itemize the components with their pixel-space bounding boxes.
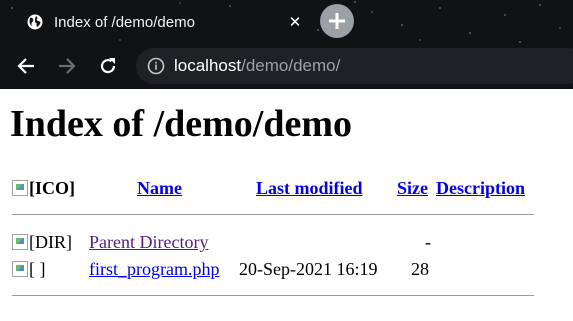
page-title: Index of /demo/demo bbox=[10, 103, 352, 145]
row-icon-cell: [DIR] bbox=[12, 232, 72, 253]
broken-image-icon bbox=[12, 261, 28, 277]
row-icon-alt: [ ] bbox=[29, 259, 46, 279]
footer-divider bbox=[12, 295, 534, 296]
sort-by-last-modified-link[interactable]: Last modified bbox=[256, 178, 363, 199]
browser-chrome: Index of /demo/demo ✕ localhost /demo/de… bbox=[0, 0, 573, 89]
url-host: localhost bbox=[174, 56, 242, 75]
row-icon-cell: [ ] bbox=[12, 259, 46, 280]
back-arrow-icon bbox=[17, 58, 34, 74]
tab-title: Index of /demo/demo bbox=[54, 13, 195, 31]
back-button[interactable] bbox=[14, 54, 38, 78]
browser-toolbar: localhost/demo/demo/ bbox=[0, 44, 573, 89]
plus-icon bbox=[329, 13, 345, 29]
reload-button[interactable] bbox=[96, 54, 120, 78]
address-bar[interactable]: localhost/demo/demo/ bbox=[136, 48, 573, 84]
header-icon-cell: [ICO] bbox=[12, 178, 75, 199]
broken-image-icon bbox=[12, 180, 28, 196]
row-icon-alt: [DIR] bbox=[29, 232, 72, 252]
reload-icon bbox=[100, 58, 116, 74]
forward-button[interactable] bbox=[55, 54, 79, 78]
info-icon[interactable] bbox=[147, 57, 165, 75]
parent-directory-link[interactable]: Parent Directory bbox=[89, 232, 208, 253]
page-content: Index of /demo/demo [ICO] Name Last modi… bbox=[0, 89, 573, 321]
sort-by-size-link[interactable]: Size bbox=[397, 178, 428, 199]
header-divider bbox=[12, 214, 534, 215]
row-size: - bbox=[425, 232, 431, 252]
row-size: 28 bbox=[411, 259, 429, 279]
globe-icon bbox=[27, 14, 43, 30]
browser-tab[interactable]: Index of /demo/demo ✕ bbox=[14, 2, 309, 42]
url-path: /demo/demo/ bbox=[241, 56, 341, 75]
row-last-modified: 20-Sep-2021 16:19 bbox=[239, 259, 378, 279]
forward-arrow-icon bbox=[59, 58, 76, 74]
broken-image-icon bbox=[12, 234, 28, 250]
header-icon-alt: [ICO] bbox=[29, 178, 75, 198]
new-tab-button[interactable] bbox=[320, 4, 354, 38]
sort-by-description-link[interactable]: Description bbox=[436, 178, 525, 199]
file-link-first-program[interactable]: first_program.php bbox=[89, 259, 219, 280]
close-icon[interactable]: ✕ bbox=[285, 12, 305, 32]
sort-by-name-link[interactable]: Name bbox=[137, 178, 182, 199]
